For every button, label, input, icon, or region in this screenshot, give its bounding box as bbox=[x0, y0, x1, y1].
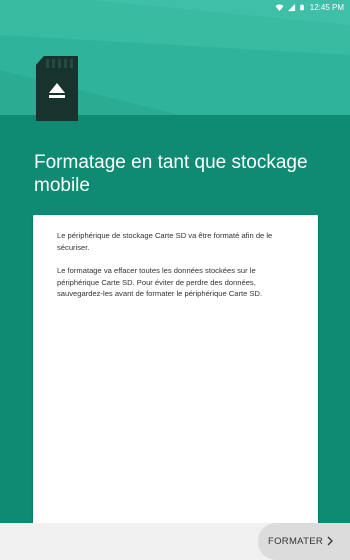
chevron-right-icon bbox=[327, 536, 333, 546]
info-card: Le périphérique de stockage Carte SD va … bbox=[33, 215, 318, 535]
format-button[interactable]: FORMATER bbox=[258, 523, 350, 560]
signal-icon bbox=[287, 3, 295, 11]
status-time: 12:45 PM bbox=[309, 2, 344, 12]
wifi-icon bbox=[275, 4, 284, 11]
warning-paragraph: Le formatage va effacer toutes les donné… bbox=[57, 266, 263, 298]
sd-card-eject-icon bbox=[36, 56, 78, 121]
status-bar: 12:45 PM bbox=[0, 0, 350, 14]
format-button-label: FORMATER bbox=[268, 536, 323, 547]
bottom-bar: FORMATER bbox=[0, 523, 350, 560]
page-title: Formatage en tant que stockage mobile bbox=[34, 152, 308, 196]
info-paragraph: Le périphérique de stockage Carte SD va … bbox=[57, 231, 273, 252]
battery-icon bbox=[299, 4, 304, 10]
